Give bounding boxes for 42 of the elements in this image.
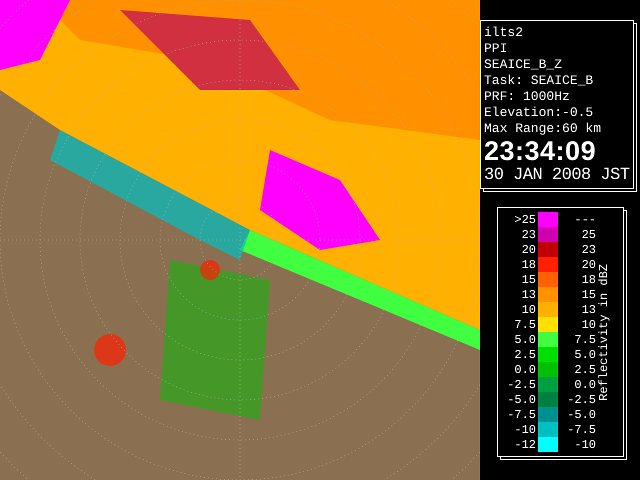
legend-value: 15 [580,288,596,302]
legend-value: -2.5 [506,378,537,392]
legend-value: 20 [520,242,537,256]
legend-value: 5.0 [513,332,537,346]
legend-value: -12 [513,438,537,452]
legend-value: -5.0 [566,408,596,422]
info-text: Max Range:60 km [484,121,602,137]
legend-value: 10 [520,302,537,316]
info-text: Task: SEAICE_B [484,73,594,89]
legend-value: 25 [580,228,596,242]
legend-value: 18 [520,258,537,272]
time-text: 23:34:09 [484,137,598,165]
legend-value: 23 [520,228,537,242]
legend-value: 13 [520,288,537,302]
legend-value: >25 [513,212,537,226]
info-text: SEAICE_B_Z [484,57,564,73]
legend-title: Reflectivity in dBZ [597,264,611,400]
legend-value: 10 [580,318,596,332]
legend-value: -2.5 [566,392,596,406]
legend-value: --- [573,212,596,226]
legend-value: 0.0 [513,362,537,376]
legend-value: 7.5 [573,332,596,346]
info-text: PPI [484,41,508,57]
legend-value: 18 [580,272,596,286]
date-text: 30 JAN 2008 JST [484,165,630,187]
info-text: Elevation:-0.5 [484,105,594,121]
legend-value: -7.5 [566,422,596,436]
legend-value: -10 [513,422,537,436]
legend-value: 13 [580,302,596,316]
legend-value: 2.5 [573,362,596,376]
legend-value: 2.5 [513,348,537,362]
legend-value: 0.0 [573,378,596,392]
legend-value: 5.0 [573,348,596,362]
legend-value: 7.5 [513,318,537,332]
legend-value: -7.5 [506,408,537,422]
legend-value: -10 [573,438,596,452]
info-text: ilts2 [484,25,524,41]
legend-value: 20 [580,258,596,272]
legend-value: 23 [580,242,596,256]
legend-value: 15 [520,272,537,286]
info-text: PRF: 1000Hz [484,89,571,105]
legend-value: -5.0 [506,392,537,406]
